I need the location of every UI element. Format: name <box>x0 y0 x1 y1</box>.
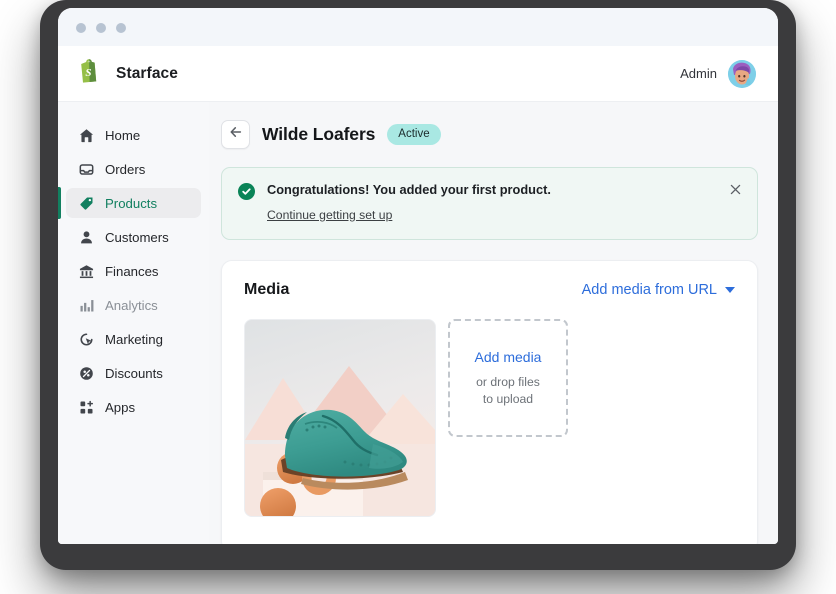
arrow-left-icon <box>229 125 243 144</box>
sidebar-item-home[interactable]: Home <box>66 120 201 150</box>
main-content: Wilde Loafers Active Congratulations! Yo… <box>209 102 778 544</box>
price-tag-icon <box>78 195 94 211</box>
add-media-from-url-label: Add media from URL <box>582 282 717 298</box>
dropzone-hint-line1: or drop files <box>476 375 540 389</box>
home-icon <box>78 127 94 143</box>
banner-title: Congratulations! You added your first pr… <box>267 182 551 197</box>
sidebar-item-finances[interactable]: Finances <box>66 256 201 286</box>
apps-grid-icon <box>78 399 94 415</box>
sidebar: Home Orders <box>58 102 209 544</box>
app-body: Home Orders <box>58 102 778 544</box>
status-badge: Active <box>387 124 440 144</box>
window-dot-minimize[interactable] <box>96 23 106 33</box>
window-titlebar <box>58 8 778 46</box>
media-card: Media Add media from URL <box>221 260 758 544</box>
close-icon[interactable] <box>727 181 743 197</box>
header-user-area[interactable]: Admin <box>680 60 756 88</box>
bar-chart-icon <box>78 297 94 313</box>
avatar[interactable] <box>728 60 756 88</box>
media-items-row: Add media or drop files to upload <box>244 319 735 517</box>
device-frame: S Starface Admin <box>40 0 796 570</box>
target-icon <box>78 331 94 347</box>
brand-name: Starface <box>116 65 178 83</box>
add-media-from-url-button[interactable]: Add media from URL <box>582 282 735 298</box>
app-header: S Starface Admin <box>58 46 778 102</box>
person-icon <box>78 229 94 245</box>
dropzone-hint: or drop files to upload <box>476 374 540 407</box>
shopify-bag-icon: S <box>80 59 102 88</box>
dropzone-hint-line2: to upload <box>483 392 533 406</box>
sidebar-item-label: Finances <box>105 264 159 279</box>
brand[interactable]: S Starface <box>80 59 178 88</box>
sidebar-item-label: Home <box>105 128 140 143</box>
media-card-header: Media Add media from URL <box>244 281 735 299</box>
sidebar-item-label: Products <box>105 196 157 211</box>
bank-icon <box>78 263 94 279</box>
inbox-icon <box>78 161 94 177</box>
banner-text-block: Congratulations! You added your first pr… <box>267 182 551 224</box>
chevron-down-icon <box>725 287 735 293</box>
add-media-link[interactable]: Add media <box>475 349 542 365</box>
sidebar-item-label: Discounts <box>105 366 163 381</box>
percent-icon <box>78 365 94 381</box>
back-button[interactable] <box>221 120 250 149</box>
check-circle-icon <box>238 183 255 200</box>
sidebar-item-label: Apps <box>105 400 135 415</box>
admin-label: Admin <box>680 66 717 81</box>
window-dot-maximize[interactable] <box>116 23 126 33</box>
sidebar-item-customers[interactable]: Customers <box>66 222 201 252</box>
sidebar-item-products[interactable]: Products <box>66 188 201 218</box>
page-title-row: Wilde Loafers Active <box>221 120 758 149</box>
svg-text:S: S <box>85 67 91 79</box>
sidebar-item-marketing[interactable]: Marketing <box>66 324 201 354</box>
sidebar-item-orders[interactable]: Orders <box>66 154 201 184</box>
page-title: Wilde Loafers <box>262 124 375 145</box>
sidebar-item-analytics[interactable]: Analytics <box>66 290 201 320</box>
banner-link[interactable]: Continue getting set up <box>267 208 392 222</box>
sidebar-item-discounts[interactable]: Discounts <box>66 358 201 388</box>
sidebar-item-label: Orders <box>105 162 145 177</box>
sidebar-item-apps[interactable]: Apps <box>66 392 201 422</box>
window-dot-close[interactable] <box>76 23 86 33</box>
media-dropzone[interactable]: Add media or drop files to upload <box>448 319 568 437</box>
success-banner: Congratulations! You added your first pr… <box>221 167 758 240</box>
media-title: Media <box>244 281 289 299</box>
sidebar-item-label: Analytics <box>105 298 158 313</box>
sidebar-item-label: Marketing <box>105 332 163 347</box>
sidebar-item-label: Customers <box>105 230 169 245</box>
browser-window: S Starface Admin <box>58 8 778 544</box>
product-image-thumbnail[interactable] <box>244 319 436 517</box>
